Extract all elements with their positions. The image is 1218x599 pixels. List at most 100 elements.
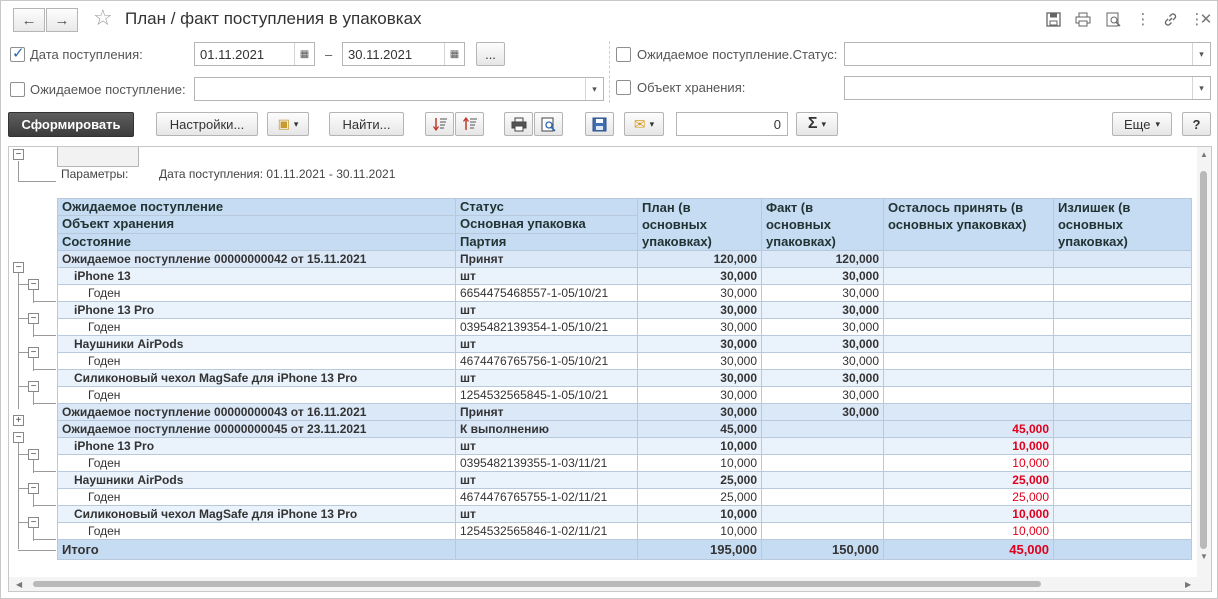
selected-cell[interactable] [57, 147, 139, 167]
item-row[interactable]: iPhone 13 Pro шт 10,000 10,000 [57, 437, 1192, 455]
header-plan-line3: упаковках) [642, 234, 712, 249]
collapse-item-icon[interactable]: − [28, 449, 39, 460]
calendar-icon[interactable]: ▦ [444, 43, 464, 65]
name-cell: Годен [57, 522, 456, 540]
storage-checkbox[interactable] [616, 80, 631, 95]
item-row[interactable]: Силиконовый чехол MagSafe для iPhone 13 … [57, 505, 1192, 523]
name-cell: Наушники AirPods [57, 471, 456, 489]
status-field[interactable]: ▾ [844, 42, 1211, 66]
horizontal-scrollbar[interactable]: ◀ ▶ [9, 577, 1211, 591]
find-button[interactable]: Найти... [329, 112, 404, 136]
vertical-scroll-thumb[interactable] [1200, 171, 1207, 549]
storage-field[interactable]: ▾ [844, 76, 1211, 100]
fact-cell [761, 522, 884, 540]
sum-field[interactable]: 0 [676, 112, 788, 136]
params-label: Параметры: [61, 167, 129, 181]
preview-button[interactable] [534, 112, 563, 136]
tree-line [18, 284, 28, 285]
item-row[interactable]: Наушники AirPods шт 30,000 30,000 [57, 335, 1192, 353]
calendar-icon[interactable]: ▦ [294, 43, 314, 65]
more-button[interactable]: Еще ▾ [1112, 112, 1172, 136]
favorite-star-icon[interactable]: ☆ [93, 5, 113, 31]
excess-cell [1053, 437, 1192, 455]
expected-checkbox[interactable] [10, 82, 25, 97]
status-checkbox[interactable] [616, 47, 631, 62]
chevron-down-icon[interactable]: ▾ [1192, 43, 1210, 65]
chevron-down-icon: ▾ [1155, 118, 1160, 129]
group-row[interactable]: Ожидаемое поступление 00000000042 от 15.… [57, 250, 1192, 268]
name-cell: Силиконовый чехол MagSafe для iPhone 13 … [57, 505, 456, 523]
back-button[interactable]: ← [13, 8, 45, 32]
fact-cell [761, 471, 884, 489]
collapse-item-icon[interactable]: − [28, 381, 39, 392]
item-row[interactable]: iPhone 13 Pro шт 30,000 30,000 [57, 301, 1192, 319]
date-from-field[interactable]: 01.11.2021 ▦ [194, 42, 315, 66]
excess-cell [1053, 403, 1192, 421]
help-button[interactable]: ? [1182, 112, 1211, 136]
collapse-group-icon[interactable]: − [13, 432, 24, 443]
scroll-up-icon[interactable]: ▲ [1200, 150, 1208, 159]
status-cell: 4674476765756-1-05/10/21 [455, 352, 638, 370]
forward-button[interactable]: → [46, 8, 78, 32]
tree-line [33, 471, 56, 472]
print-icon[interactable] [1074, 10, 1092, 28]
status-cell: Принят [455, 250, 638, 268]
close-icon[interactable]: ✕ [1197, 10, 1215, 28]
batch-row[interactable]: Годен 1254532565846-1-02/11/21 10,000 10,00… [57, 522, 1192, 540]
collapse-item-icon[interactable]: − [28, 279, 39, 290]
plan-cell: 30,000 [637, 267, 762, 285]
fact-cell: 30,000 [761, 335, 884, 353]
date-to-field[interactable]: 30.11.2021 ▦ [342, 42, 465, 66]
total-plan-cell: 195,000 [637, 539, 762, 560]
chevron-down-icon[interactable]: ▾ [1192, 77, 1210, 99]
sort-asc-button[interactable] [455, 112, 484, 136]
batch-row[interactable]: Годен 0395482139354-1-05/10/21 30,000 30,00… [57, 318, 1192, 336]
chevron-down-icon[interactable]: ▾ [585, 78, 603, 100]
item-row[interactable]: Силиконовый чехол MagSafe для iPhone 13 … [57, 369, 1192, 387]
sum-button[interactable]: Σ ▾ [796, 112, 838, 136]
header-cell: Статус [455, 197, 638, 217]
variants-button[interactable]: ▣ ▾ [267, 112, 309, 136]
scroll-right-icon[interactable]: ▶ [1185, 580, 1191, 589]
expected-field[interactable]: ▾ [194, 77, 604, 101]
vertical-scrollbar[interactable]: ▲ ▼ [1197, 147, 1211, 579]
more-vertical-icon[interactable]: ⋮ [1134, 10, 1152, 28]
collapse-item-icon[interactable]: − [28, 313, 39, 324]
save-icon[interactable] [1044, 10, 1062, 28]
item-row[interactable]: Наушники AirPods шт 25,000 25,000 [57, 471, 1192, 489]
batch-row[interactable]: Годен 6654475468557-1-05/10/21 30,000 30,00… [57, 284, 1192, 302]
sort-desc-button[interactable] [425, 112, 454, 136]
scroll-left-icon[interactable]: ◀ [16, 580, 22, 589]
batch-row[interactable]: Годен 4674476765756-1-05/10/21 30,000 30,00… [57, 352, 1192, 370]
batch-row[interactable]: Годен 0395482139355-1-03/11/21 10,000 10,00… [57, 454, 1192, 472]
status-cell: шт [455, 437, 638, 455]
print-button[interactable] [504, 112, 533, 136]
batch-row[interactable]: Годен 4674476765755-1-02/11/21 25,000 25,00… [57, 488, 1192, 506]
save-button[interactable] [585, 112, 614, 136]
header-cell: Основная упаковка [455, 215, 638, 234]
settings-button[interactable]: Настройки... [156, 112, 258, 136]
send-mail-button[interactable]: ✉ ▾ [624, 112, 664, 136]
name-cell: Годен [57, 454, 456, 472]
collapse-item-icon[interactable]: − [28, 517, 39, 528]
collapse-group-icon[interactable]: − [13, 262, 24, 273]
report-spreadsheet[interactable]: − Параметры: Дата поступления: 01.11.202… [8, 146, 1212, 592]
fact-cell: 30,000 [761, 301, 884, 319]
tree-line [18, 352, 28, 353]
preview-icon[interactable] [1104, 10, 1122, 28]
group-row[interactable]: Ожидаемое поступление 00000000045 от 23.… [57, 420, 1192, 438]
link-icon[interactable] [1161, 10, 1179, 28]
scroll-down-icon[interactable]: ▼ [1200, 552, 1208, 561]
collapse-params-icon[interactable]: − [13, 149, 24, 160]
collapse-item-icon[interactable]: − [28, 483, 39, 494]
period-select-button[interactable]: ... [476, 42, 505, 66]
header-fact-line1: Факт (в [766, 200, 814, 215]
batch-row[interactable]: Годен 1254532565845-1-05/10/21 30,000 30,00… [57, 386, 1192, 404]
collapse-item-icon[interactable]: − [28, 347, 39, 358]
expand-group-icon[interactable]: + [13, 415, 24, 426]
date-checkbox[interactable] [10, 44, 25, 62]
item-row[interactable]: iPhone 13 шт 30,000 30,000 [57, 267, 1192, 285]
generate-button[interactable]: Сформировать [8, 112, 134, 137]
horizontal-scroll-thumb[interactable] [33, 581, 1041, 587]
group-row[interactable]: Ожидаемое поступление 00000000043 от 16.… [57, 403, 1192, 421]
